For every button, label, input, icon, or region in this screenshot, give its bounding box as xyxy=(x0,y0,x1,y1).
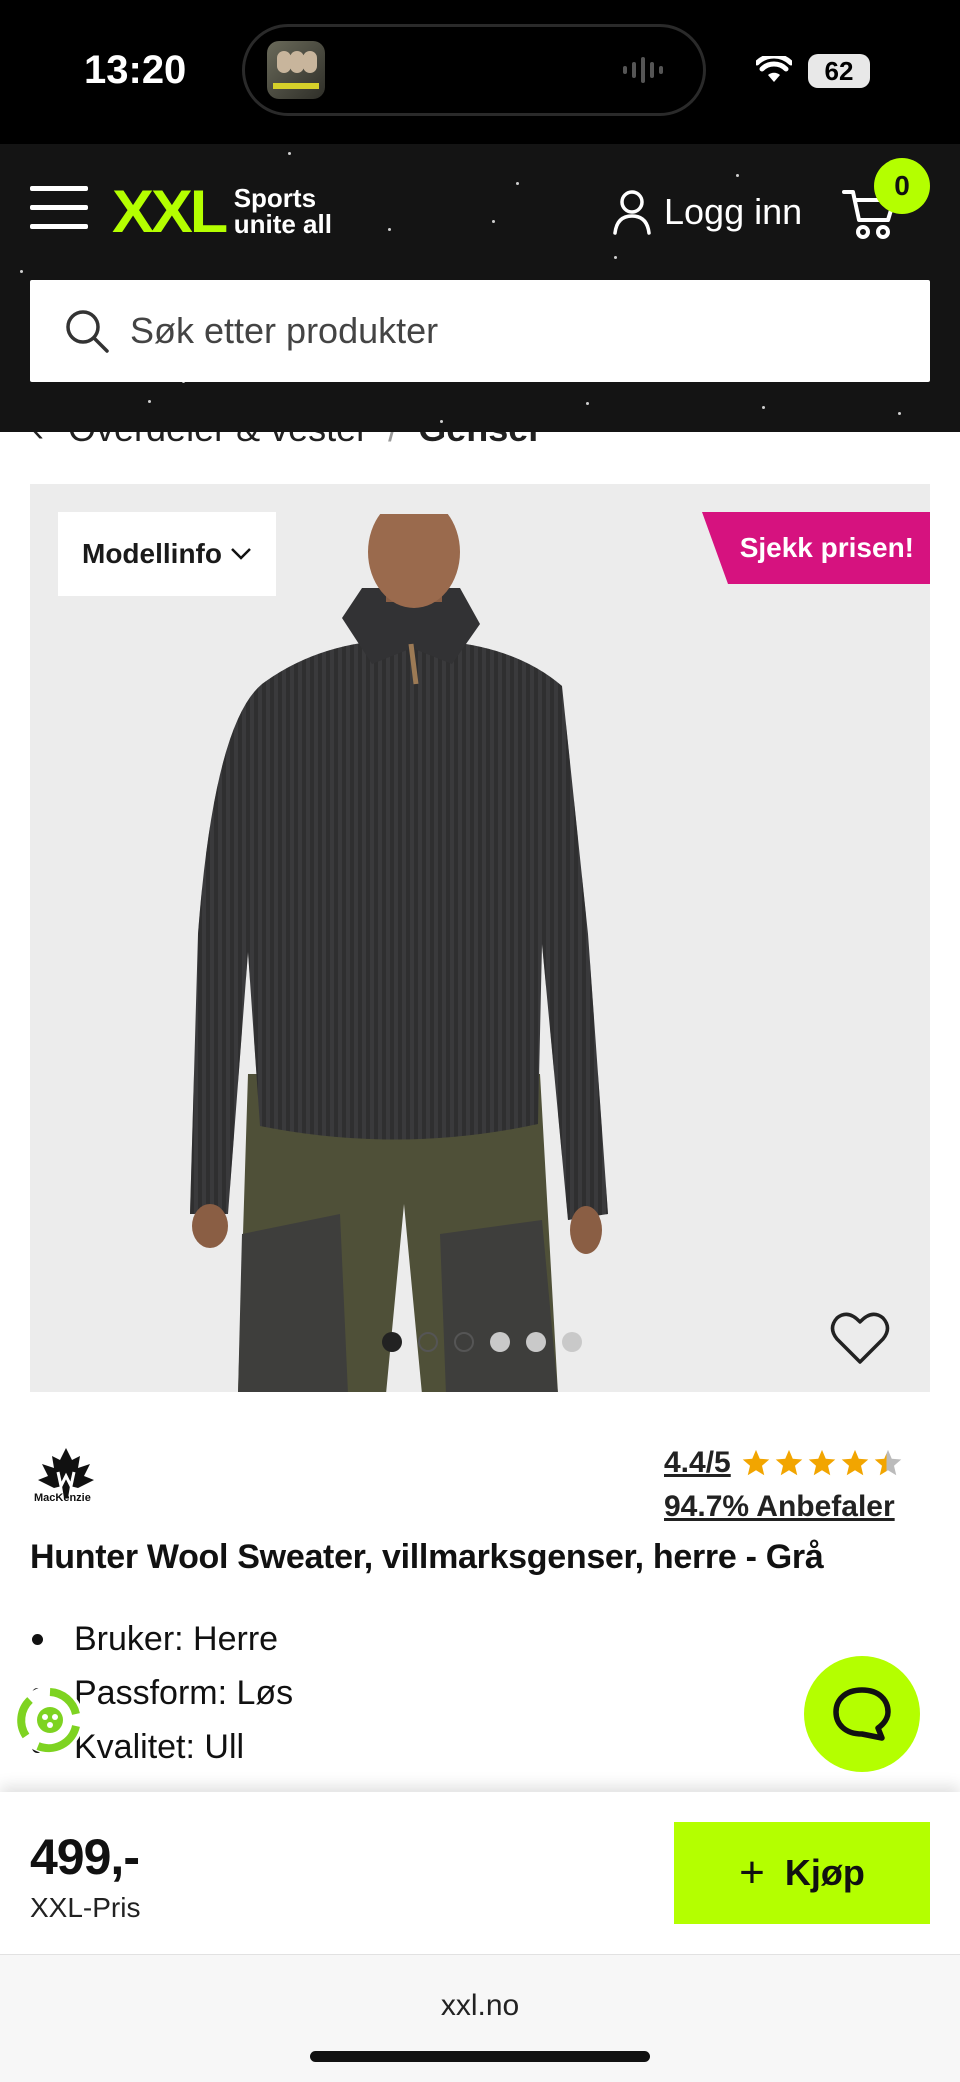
wifi-icon xyxy=(756,56,792,82)
carousel-dot[interactable] xyxy=(490,1332,510,1352)
carousel-dot[interactable] xyxy=(562,1332,582,1352)
buy-button[interactable]: + Kjøp xyxy=(674,1822,930,1924)
carousel-dot[interactable] xyxy=(382,1332,402,1352)
search-input[interactable] xyxy=(128,309,892,353)
search-icon xyxy=(66,310,109,353)
product-title: Hunter Wool Sweater, villmarksgenser, he… xyxy=(30,1538,824,1576)
dynamic-island xyxy=(242,24,706,116)
user-icon xyxy=(613,190,651,235)
feature-item: Bruker: Herre xyxy=(30,1612,293,1666)
star-icon xyxy=(841,1449,868,1476)
browser-address-bar[interactable]: xxl.no xyxy=(0,1954,960,2082)
recycle-icon[interactable] xyxy=(14,1684,86,1756)
carousel-dot[interactable] xyxy=(454,1332,474,1352)
price-ribbon[interactable]: Sjekk prisen! xyxy=(702,512,930,584)
star-icon xyxy=(775,1449,802,1476)
now-playing-artwork xyxy=(267,41,325,99)
price: 499,- xyxy=(30,1829,140,1885)
chat-icon xyxy=(833,1687,891,1741)
rating-score[interactable]: 4.4/5 xyxy=(664,1446,731,1480)
buy-bar: 499,- XXL-Pris + Kjøp xyxy=(0,1792,960,1954)
chat-button[interactable] xyxy=(804,1656,920,1772)
carousel-dot[interactable] xyxy=(526,1332,546,1352)
logo-tagline-line-2: unite all xyxy=(233,209,332,239)
carousel-dot[interactable] xyxy=(418,1332,438,1352)
star-icon xyxy=(808,1449,835,1476)
carousel-dots xyxy=(382,1332,582,1352)
rating-stars xyxy=(741,1448,903,1478)
chevron-down-icon xyxy=(231,548,251,560)
brand-name: MacKenzie xyxy=(34,1492,91,1504)
plus-icon: + xyxy=(739,1848,765,1897)
price-label: XXL-Pris xyxy=(30,1892,141,1923)
search-bar[interactable] xyxy=(30,280,930,382)
logo-wordmark: XXL xyxy=(112,177,228,245)
logo-tagline: Sports unite all xyxy=(234,185,332,237)
status-bar: 13:20 62 xyxy=(0,0,960,144)
login-button[interactable]: Logg inn xyxy=(612,184,802,240)
star-icon xyxy=(874,1449,901,1476)
menu-icon[interactable] xyxy=(30,186,88,230)
product-image-gallery[interactable]: Modellinfo Sjekk prisen! xyxy=(30,484,930,1392)
model-info-label: Modellinfo xyxy=(82,538,222,569)
site-logo[interactable]: XXL Sports unite all xyxy=(112,176,332,246)
status-time: 13:20 xyxy=(84,48,187,92)
site-header: XXL Sports unite all Logg inn 0 xyxy=(0,144,960,432)
cart-count-badge[interactable]: 0 xyxy=(874,158,930,214)
star-icon xyxy=(742,1449,769,1476)
heart-icon[interactable] xyxy=(830,1310,890,1366)
battery-indicator: 62 xyxy=(808,54,870,88)
browser-url[interactable]: xxl.no xyxy=(0,1989,960,2023)
product-image xyxy=(190,514,608,1392)
buy-button-label: Kjøp xyxy=(784,1852,865,1893)
home-indicator[interactable] xyxy=(310,2051,650,2062)
login-label: Logg inn xyxy=(664,191,803,232)
recommend-link[interactable]: 94.7% Anbefaler xyxy=(664,1490,895,1524)
audio-wave-icon xyxy=(623,57,663,83)
model-info-button[interactable]: Modellinfo xyxy=(58,512,276,596)
product-rating[interactable]: 4.4/5 xyxy=(664,1446,903,1480)
